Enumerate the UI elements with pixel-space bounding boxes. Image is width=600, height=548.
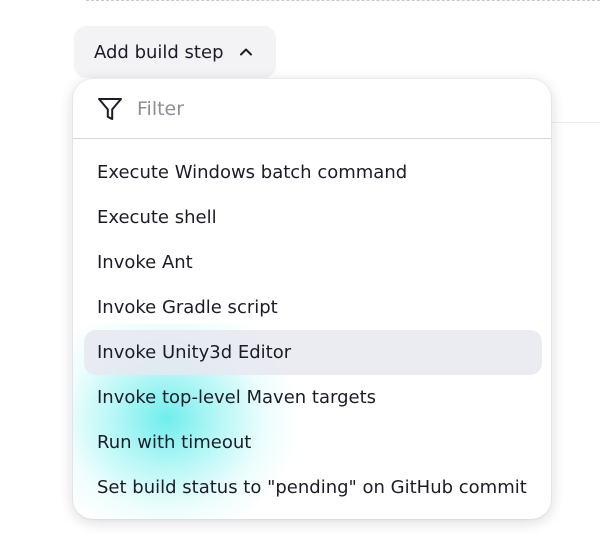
menu-item-execute-shell[interactable]: Execute shell (84, 195, 542, 240)
filter-input[interactable] (137, 97, 517, 120)
menu-item-invoke-ant[interactable]: Invoke Ant (84, 240, 542, 285)
menu-item-invoke-gradle[interactable]: Invoke Gradle script (84, 285, 542, 330)
build-step-dropdown: Execute Windows batch command Execute sh… (73, 79, 551, 519)
filter-funnel-icon (97, 96, 123, 122)
menu-item-set-build-status[interactable]: Set build status to "pending" on GitHub … (84, 465, 542, 510)
menu-item-invoke-maven[interactable]: Invoke top-level Maven targets (84, 375, 542, 420)
filter-row (73, 79, 551, 139)
build-step-list: Execute Windows batch command Execute sh… (84, 150, 542, 510)
section-divider (86, 0, 600, 1)
section-divider-right (550, 122, 600, 123)
chevron-up-icon (238, 44, 254, 60)
menu-item-invoke-unity3d[interactable]: Invoke Unity3d Editor (84, 330, 542, 375)
add-build-step-label: Add build step (94, 41, 224, 63)
add-build-step-button[interactable]: Add build step (74, 26, 276, 78)
menu-item-execute-windows-batch[interactable]: Execute Windows batch command (84, 150, 542, 195)
menu-item-run-with-timeout[interactable]: Run with timeout (84, 420, 542, 465)
page: Add build step Execute Windows batch com… (0, 0, 600, 548)
